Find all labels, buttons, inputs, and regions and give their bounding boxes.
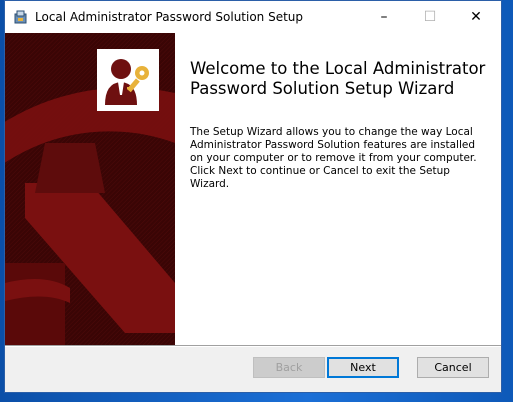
wizard-banner-image — [5, 33, 175, 345]
back-button[interactable]: Back — [253, 357, 325, 378]
minimize-button[interactable]: – — [361, 1, 407, 33]
divider-highlight — [5, 346, 501, 347]
installer-icon — [14, 10, 27, 24]
wizard-content: Welcome to the Local Administrator Passw… — [5, 33, 501, 345]
welcome-heading: Welcome to the Local Administrator Passw… — [190, 59, 486, 98]
title-bar[interactable]: Local Administrator Password Solution Se… — [5, 1, 501, 33]
maximize-button[interactable]: ☐ — [407, 1, 453, 33]
next-button[interactable]: Next — [327, 357, 399, 378]
logo-panel — [97, 49, 159, 111]
welcome-description: The Setup Wizard allows you to change th… — [190, 126, 477, 190]
window-title: Local Administrator Password Solution Se… — [35, 10, 304, 24]
cancel-button[interactable]: Cancel — [417, 357, 489, 378]
admin-key-icon — [105, 59, 149, 105]
close-button[interactable]: ✕ — [453, 1, 499, 33]
setup-window: Local Administrator Password Solution Se… — [4, 0, 502, 393]
